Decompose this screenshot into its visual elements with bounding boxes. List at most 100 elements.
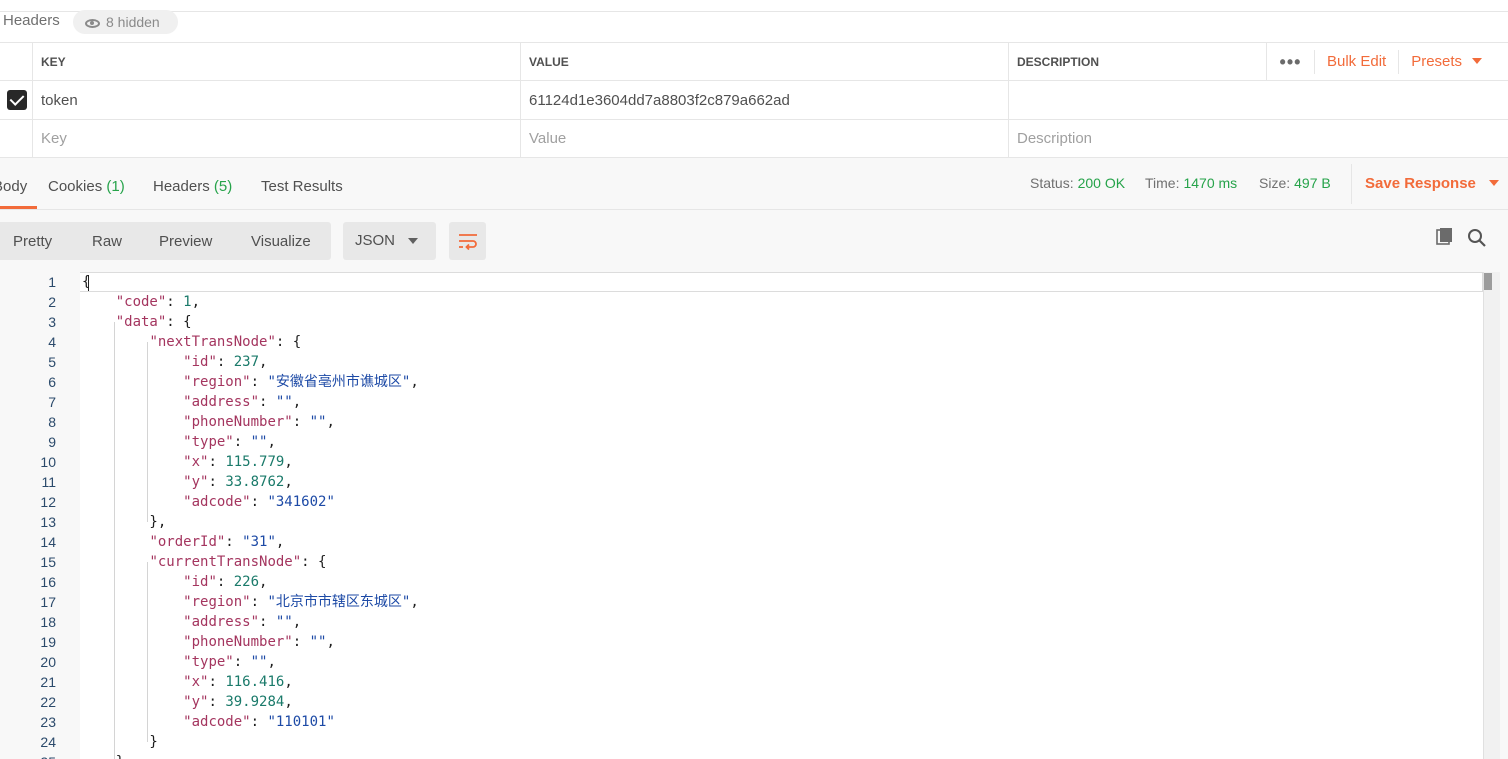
line-number: 7 [48,394,56,410]
save-response-button[interactable]: Save Response [1351,164,1499,204]
code-text: "data": { [115,314,192,330]
table-row: token 61124d1e3604dd7a8803f2c879a662ad [0,81,1508,120]
code-line: 20 "type": "", [0,652,1483,672]
line-number: 3 [48,314,56,330]
line-number: 25 [0,752,56,759]
eye-icon [85,19,100,28]
new-key-input[interactable]: Key [32,120,521,157]
code-text: }, [82,752,133,759]
tab-cookies[interactable]: Cookies (1) [48,178,125,195]
code-line: 11 "y": 33.8762, [0,472,1483,492]
code-text: "phoneNumber": "", [183,414,335,430]
hidden-count-label: 8 hidden [106,14,160,30]
code-text: "type": "", [183,654,276,670]
line-number: 24 [40,734,56,750]
time-readout: Time: 1470 ms [1145,175,1238,191]
line-number: 13 [40,514,56,530]
code-text: "address": "", [183,394,302,410]
tab-test-results[interactable]: Test Results [261,178,343,195]
line-number: 14 [40,534,56,550]
mode-pretty[interactable]: Pretty [13,233,52,250]
code-line: 18 "address": "", [0,612,1483,632]
code-text: "address": "", [183,614,302,630]
code-line: 15 "currentTransNode": { [0,552,1483,572]
code-text: "code": 1, [115,294,201,310]
line-number: 4 [48,334,56,350]
line-number: 23 [40,714,56,730]
code-line: 19 "phoneNumber": "", [0,632,1483,652]
wrap-lines-icon[interactable] [449,222,486,260]
row-key-field[interactable]: token [32,81,521,119]
code-text: "region": "安徽省亳州市谯城区", [183,374,419,390]
line-number: 15 [40,554,56,570]
code-text: "adcode": "341602" [183,494,335,510]
code-line: 5 "id": 237, [0,352,1483,372]
bulk-edit-button[interactable]: Bulk Edit [1314,50,1398,74]
code-text: } [82,734,158,750]
headers-title: Headers [3,12,60,29]
line-number: 8 [48,414,56,430]
code-line: 21 "x": 116.416, [0,672,1483,692]
view-mode-group: Pretty Raw Preview Visualize [0,222,331,260]
code-line: 4 "nextTransNode": { [0,332,1483,352]
row-description-field[interactable] [1008,81,1508,119]
response-view-toolbar: Pretty Raw Preview Visualize JSON [0,210,1508,272]
response-body-editor[interactable]: 1 {2 "code": 1, 3 "data": { 4 "nextTransNod… [0,272,1508,759]
code-line: 9 "type": "", [0,432,1483,452]
status-value: 200 OK [1077,175,1126,191]
code-text: "id": 237, [183,354,268,370]
format-select[interactable]: JSON [343,222,436,260]
presets-dropdown[interactable]: Presets [1398,50,1494,74]
more-options-icon[interactable]: ••• [1266,43,1314,81]
code-line: 13 }, [0,512,1483,532]
code-line: 22 "y": 39.9284, [0,692,1483,712]
search-icon[interactable] [1467,228,1487,252]
editor-scrollbar[interactable] [1483,272,1500,759]
copy-icon[interactable] [1435,227,1455,251]
row-checkbox[interactable] [6,90,27,110]
code-text: "adcode": "110101" [183,714,335,730]
tab-body[interactable]: Body [0,178,38,209]
response-tabs-bar: Body Cookies (1) Headers (5) Test Result… [0,158,1508,210]
mode-preview[interactable]: Preview [159,233,212,250]
table-actions: ••• Bulk Edit Presets [1266,43,1494,81]
table-header-row: KEY VALUE DESCRIPTION ••• Bulk Edit Pres… [0,43,1508,81]
code-text: "type": "", [183,434,276,450]
mode-raw[interactable]: Raw [92,233,122,250]
chevron-down-icon [1472,58,1483,64]
code-text: "x": 116.416, [183,674,293,690]
row-checkbox-cell [0,81,33,119]
code-line: 8 "phoneNumber": "", [0,412,1483,432]
line-number: 17 [40,594,56,610]
code-line: 12 "adcode": "341602" [0,492,1483,512]
code-line: 25 }, [0,752,1483,759]
tab-headers[interactable]: Headers (5) [153,178,232,195]
code-text: "y": 39.9284, [183,694,293,710]
code-line: 23 "adcode": "110101" [0,712,1483,732]
editor-scrollbar-thumb[interactable] [1484,273,1492,290]
line-number: 18 [40,614,56,630]
headers-section-header: Headers 8 hidden [0,0,1508,43]
line-number: 1 [48,274,56,290]
size-readout: Size: 497 B [1259,175,1331,191]
new-description-input[interactable]: Description [1008,120,1508,157]
row-value-field[interactable]: 61124d1e3604dd7a8803f2c879a662ad [520,81,1009,119]
code-text: { [82,274,91,290]
code-text: "phoneNumber": "", [183,634,335,650]
code-text: "y": 33.8762, [183,474,293,490]
chevron-down-icon [1488,180,1499,186]
line-number: 21 [40,674,56,690]
line-number: 6 [48,374,56,390]
size-value: 497 B [1294,175,1331,191]
line-number: 10 [40,454,56,470]
new-value-input[interactable]: Value [520,120,1009,157]
new-row-check-cell [0,120,33,157]
column-header-value: VALUE [520,43,1009,80]
mode-visualize[interactable]: Visualize [251,233,311,250]
line-number: 2 [48,294,56,310]
code-line: 10 "x": 115.779, [0,452,1483,472]
line-number: 12 [40,494,56,510]
line-number: 5 [48,354,56,370]
code-text: "region": "北京市市辖区东城区", [183,594,419,610]
hidden-headers-toggle[interactable]: 8 hidden [73,10,178,34]
